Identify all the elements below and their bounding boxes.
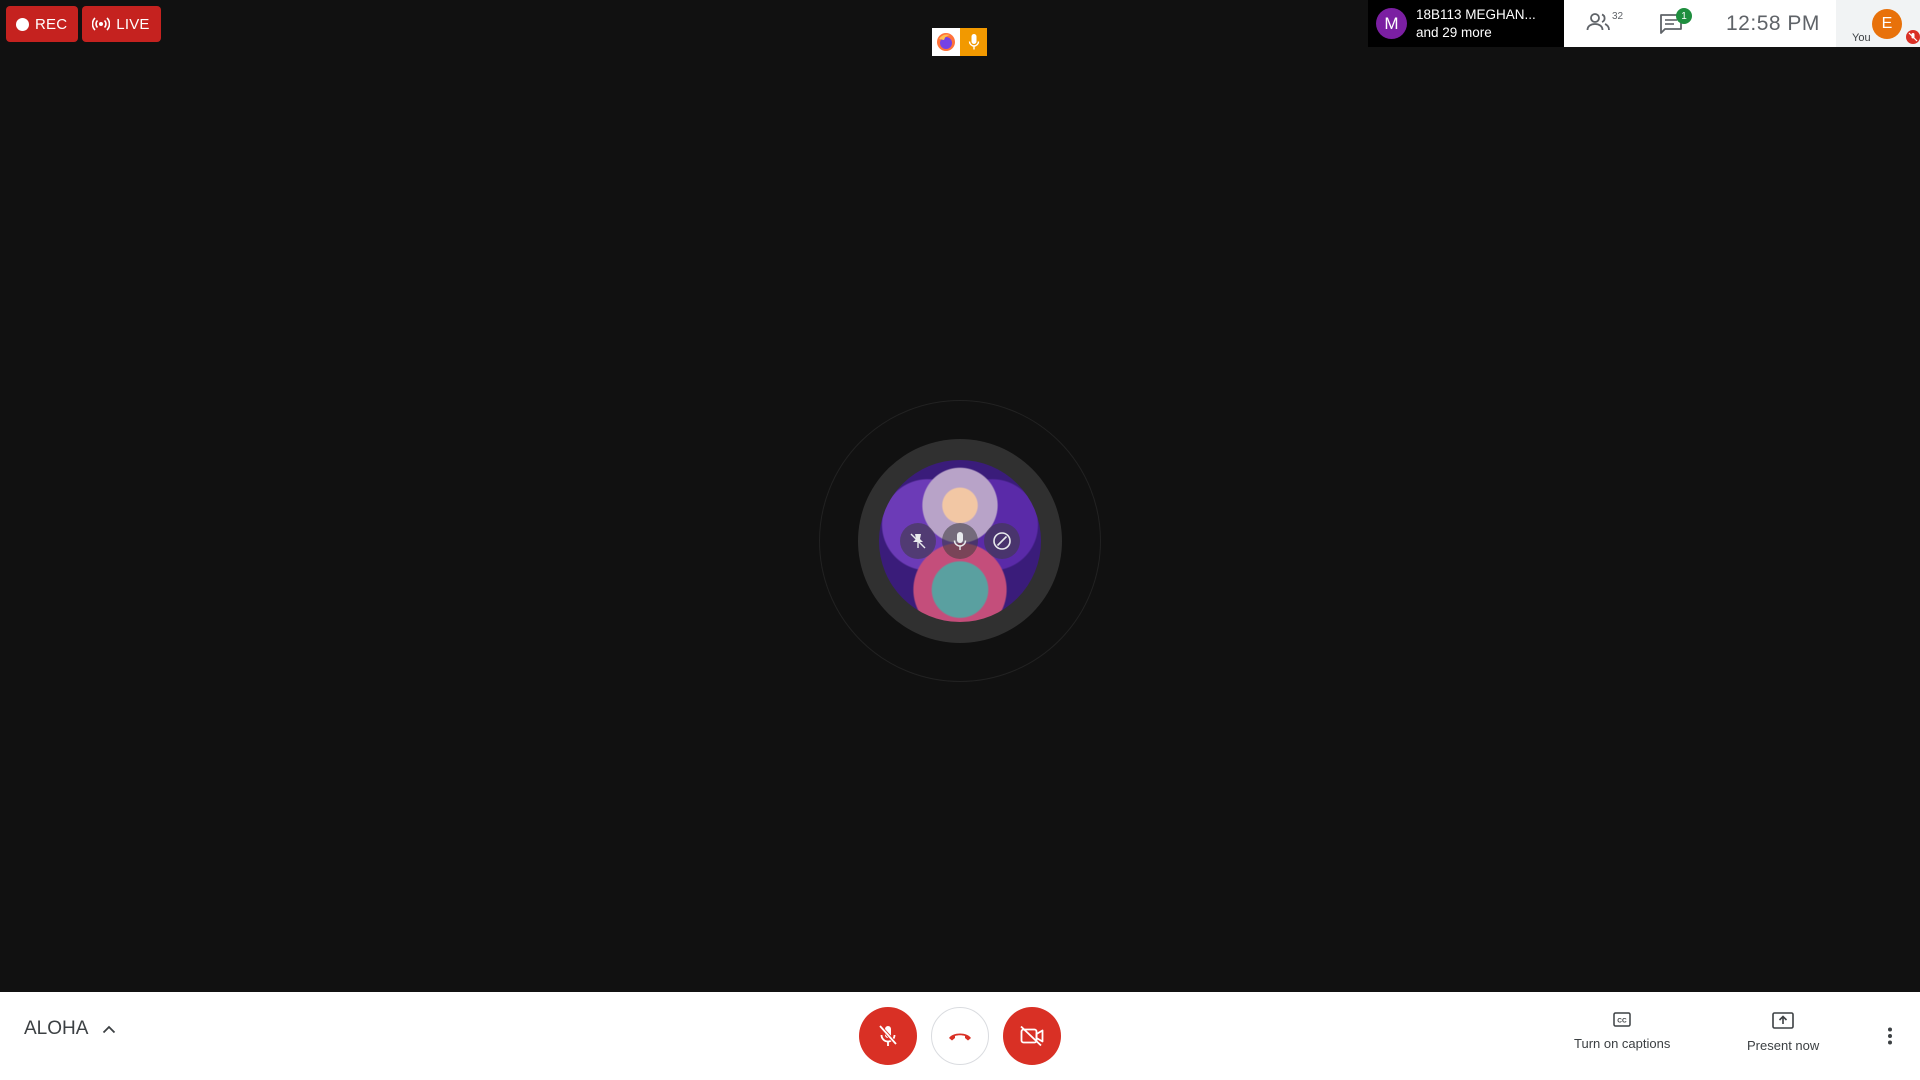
remove-participant-button[interactable] bbox=[984, 523, 1020, 559]
mic-off-icon bbox=[878, 1024, 898, 1046]
more-vert-icon bbox=[1888, 1027, 1892, 1045]
meeting-details-toggle[interactable]: ALOHA bbox=[24, 1018, 116, 1040]
live-badge: LIVE bbox=[82, 6, 161, 42]
clock: 12:58 PM bbox=[1726, 12, 1820, 35]
top-right-bar: 32 1 12:58 PM E You bbox=[1564, 0, 1920, 47]
participants-more: and 29 more bbox=[1416, 24, 1492, 40]
present-label: Present now bbox=[1747, 1038, 1820, 1053]
captions-icon: CC bbox=[1613, 1012, 1631, 1027]
chat-count-badge: 1 bbox=[1676, 8, 1692, 24]
pin-icon bbox=[910, 533, 926, 549]
mic-off-icon bbox=[1906, 30, 1920, 44]
self-avatar: E bbox=[1872, 9, 1902, 39]
microphone-icon bbox=[953, 532, 967, 550]
bottom-bar: ALOHA CC Turn on captions Present now bbox=[0, 992, 1920, 1080]
rec-label: REC bbox=[35, 15, 68, 33]
tile-controls bbox=[900, 521, 1020, 561]
present-icon bbox=[1772, 1012, 1794, 1029]
meeting-name: ALOHA bbox=[24, 1018, 89, 1039]
mic-toggle-button[interactable] bbox=[859, 1007, 917, 1065]
people-count: 32 bbox=[1612, 11, 1624, 22]
captions-button[interactable]: CC Turn on captions bbox=[1574, 1012, 1670, 1051]
participants-preview-text: 18B113 MEGHAN... and 29 more bbox=[1416, 6, 1536, 42]
live-label: LIVE bbox=[116, 15, 150, 33]
rec-badge: REC bbox=[6, 6, 79, 42]
camera-off-icon bbox=[1020, 1025, 1044, 1047]
captions-label: Turn on captions bbox=[1574, 1036, 1671, 1051]
chevron-up-icon bbox=[103, 1025, 116, 1033]
people-button[interactable] bbox=[1586, 10, 1612, 39]
self-tile[interactable]: E You bbox=[1836, 0, 1920, 47]
remove-icon bbox=[993, 532, 1011, 550]
camera-toggle-button[interactable] bbox=[1003, 1007, 1061, 1065]
mute-participant-button[interactable] bbox=[942, 523, 978, 559]
svg-text:CC: CC bbox=[1617, 1018, 1627, 1025]
present-now-button[interactable]: Present now bbox=[1747, 1012, 1819, 1053]
people-icon bbox=[1586, 13, 1610, 31]
recording-badges: REC LIVE bbox=[6, 6, 161, 42]
participant-name: 18B113 MEGHAN... bbox=[1416, 6, 1536, 22]
hang-up-icon bbox=[949, 1033, 971, 1041]
self-label: You bbox=[1852, 32, 1871, 44]
sharing-indicator bbox=[932, 28, 987, 56]
pin-button[interactable] bbox=[900, 523, 936, 559]
participant-avatar: M bbox=[1376, 8, 1407, 39]
leave-call-button[interactable] bbox=[931, 1007, 989, 1065]
firefox-icon bbox=[932, 28, 960, 56]
participants-preview[interactable]: M 18B113 MEGHAN... and 29 more bbox=[1368, 0, 1564, 47]
record-dot-icon bbox=[16, 17, 29, 31]
microphone-icon bbox=[960, 28, 987, 56]
broadcast-icon bbox=[92, 17, 111, 31]
more-options-button[interactable] bbox=[1878, 1020, 1902, 1052]
